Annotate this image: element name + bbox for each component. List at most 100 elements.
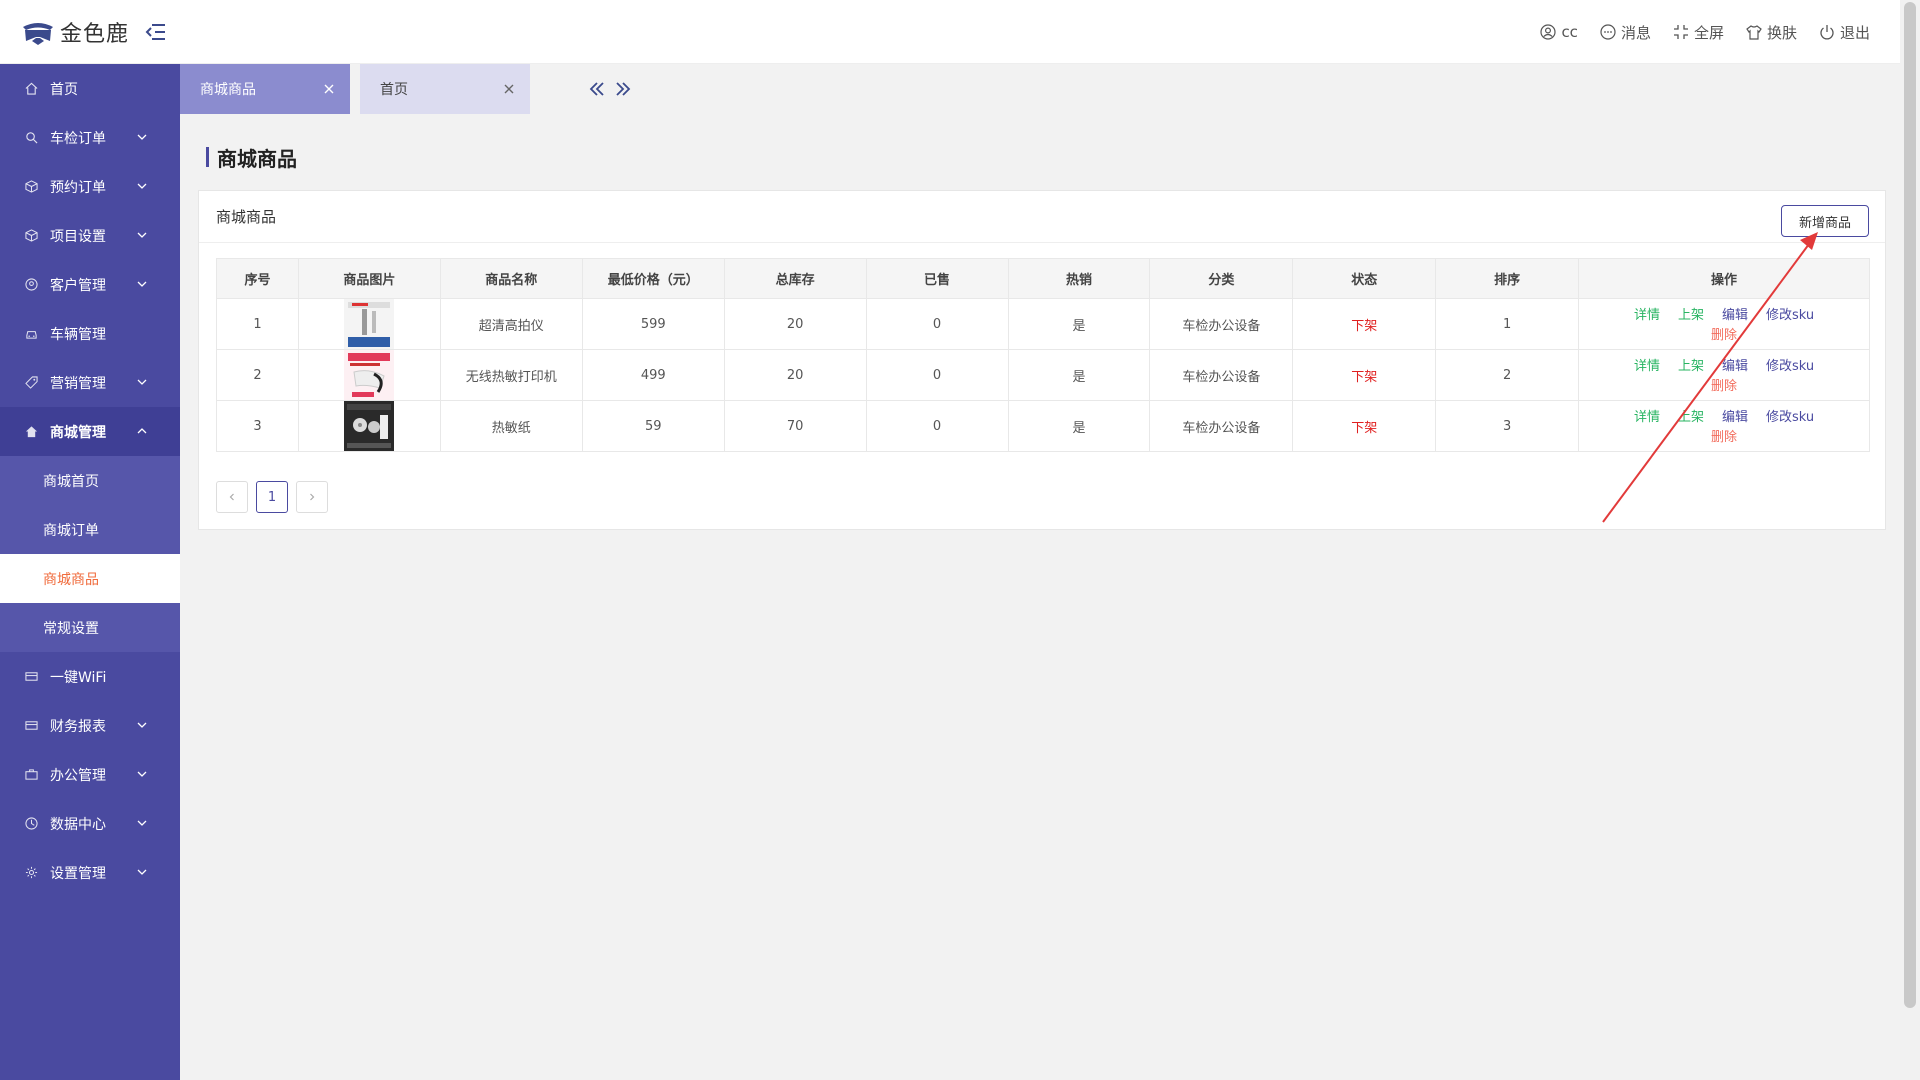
- prev-page-button[interactable]: [216, 481, 248, 513]
- sidebar-item-label: 营销管理: [50, 375, 106, 392]
- chevron-down-icon: [137, 281, 147, 287]
- column-header: 总库存: [723, 258, 867, 299]
- shirt-icon: [1746, 25, 1762, 40]
- delete-link[interactable]: 删除: [1711, 379, 1737, 394]
- cell-sort: 2: [1435, 349, 1580, 401]
- sidebar-item-office[interactable]: 办公管理: [0, 750, 180, 799]
- user-menu[interactable]: cc: [1540, 23, 1578, 41]
- list-on-link[interactable]: 上架: [1678, 359, 1704, 374]
- user-icon: [24, 278, 38, 292]
- product-image[interactable]: [344, 401, 395, 451]
- add-product-button[interactable]: 新增商品: [1781, 205, 1869, 237]
- sidebar-item-booking-orders[interactable]: 预约订单: [0, 162, 180, 211]
- edit-link[interactable]: 编辑: [1722, 410, 1748, 425]
- product-image[interactable]: [344, 299, 395, 349]
- double-chevron-right-icon[interactable]: [614, 78, 632, 100]
- cell-actions: 详情 上架 编辑 修改sku 删除: [1578, 400, 1870, 452]
- delete-link[interactable]: 删除: [1711, 430, 1737, 445]
- cube-icon: [24, 180, 38, 194]
- edit-link[interactable]: 编辑: [1722, 308, 1748, 323]
- chevron-down-icon: [137, 134, 147, 140]
- sidebar-item-label: 数据中心: [50, 816, 106, 833]
- sidebar: 首页 车检订单 预约订单 项目设置 客户管理 车辆管理 营销管理 商城管理 商城…: [0, 64, 180, 1080]
- double-chevron-left-icon[interactable]: [588, 78, 606, 100]
- cell-actions: 详情 上架 编辑 修改sku 删除: [1578, 298, 1870, 350]
- sidebar-item-data-center[interactable]: 数据中心: [0, 799, 180, 848]
- card-header: 商城商品 新增商品: [199, 191, 1885, 243]
- detail-link[interactable]: 详情: [1634, 410, 1660, 425]
- sidebar-item-marketing[interactable]: 营销管理: [0, 358, 180, 407]
- sidebar-item-label: 车检订单: [50, 130, 106, 147]
- tab-mall-products[interactable]: 商城商品: [180, 64, 350, 114]
- chevron-down-icon: [137, 379, 147, 385]
- logout-button[interactable]: 退出: [1819, 22, 1870, 43]
- cell-stock: 20: [723, 298, 867, 350]
- cell-name: 热敏纸: [439, 400, 583, 452]
- products-card: 商城商品 新增商品 序号 商品图片 商品名称 最低价格（元） 总库存 已售 热销…: [198, 190, 1886, 530]
- sidebar-item-wifi[interactable]: 一键WiFi: [0, 652, 180, 701]
- sidebar-item-vehicles[interactable]: 车辆管理: [0, 309, 180, 358]
- page-number-button[interactable]: 1: [256, 481, 288, 513]
- table-row: 1 超清高拍仪 599 20 0 是 车检办公设备 下架 1 详情 上架 编辑 …: [216, 298, 1870, 350]
- cell-image: [297, 298, 441, 350]
- sidebar-item-home[interactable]: 首页: [0, 64, 180, 113]
- sidebar-item-customers[interactable]: 客户管理: [0, 260, 180, 309]
- cell-sold: 0: [865, 349, 1009, 401]
- cell-stock: 20: [723, 349, 867, 401]
- detail-link[interactable]: 详情: [1634, 308, 1660, 323]
- sidebar-item-label: 车辆管理: [50, 326, 106, 343]
- tab-label: 商城商品: [200, 82, 256, 98]
- cell-sort: 3: [1435, 400, 1580, 452]
- sidebar-subitem-mall-products[interactable]: 商城商品: [0, 554, 180, 603]
- sidebar-item-label: 财务报表: [50, 718, 106, 735]
- sidebar-item-inspection-orders[interactable]: 车检订单: [0, 113, 180, 162]
- next-page-button[interactable]: [296, 481, 328, 513]
- pagination: 1: [216, 481, 328, 513]
- fullscreen-button[interactable]: 全屏: [1673, 22, 1724, 43]
- sidebar-subitem-mall-home[interactable]: 商城首页: [0, 456, 180, 505]
- list-on-link[interactable]: 上架: [1678, 410, 1704, 425]
- sidebar-subitem-mall-orders[interactable]: 商城订单: [0, 505, 180, 554]
- sidebar-item-finance[interactable]: 财务报表: [0, 701, 180, 750]
- skin-label: 换肤: [1766, 23, 1797, 42]
- sidebar-item-label: 办公管理: [50, 767, 106, 784]
- column-header: 分类: [1149, 258, 1294, 299]
- edit-sku-link[interactable]: 修改sku: [1766, 308, 1814, 323]
- sidebar-item-project-settings[interactable]: 项目设置: [0, 211, 180, 260]
- cell-hot: 是: [1007, 400, 1151, 452]
- scrollbar-thumb[interactable]: [1904, 2, 1916, 1008]
- edit-sku-link[interactable]: 修改sku: [1766, 359, 1814, 374]
- messages-button[interactable]: 消息: [1600, 22, 1651, 43]
- delete-link[interactable]: 删除: [1711, 328, 1737, 343]
- detail-link[interactable]: 详情: [1634, 359, 1660, 374]
- page-scrollbar[interactable]: [1900, 0, 1920, 1080]
- sidebar-item-label: 设置管理: [50, 865, 106, 882]
- cell-category: 车检办公设备: [1149, 298, 1294, 350]
- gear-icon: [24, 866, 38, 880]
- sidebar-subitem-label: 商城首页: [43, 473, 99, 490]
- menu-toggle-icon[interactable]: [143, 21, 169, 43]
- list-icon: [24, 670, 38, 684]
- close-icon[interactable]: [502, 82, 516, 96]
- column-header: 最低价格（元）: [581, 258, 725, 299]
- column-header: 热销: [1007, 258, 1151, 299]
- cell-no: 3: [216, 400, 299, 452]
- list-on-link[interactable]: 上架: [1678, 308, 1704, 323]
- sidebar-subitem-label: 商城订单: [43, 522, 99, 539]
- edit-link[interactable]: 编辑: [1722, 359, 1748, 374]
- chevron-down-icon: [137, 869, 147, 875]
- tab-home[interactable]: 首页: [360, 64, 530, 114]
- close-icon[interactable]: [322, 82, 336, 96]
- column-header: 已售: [865, 258, 1009, 299]
- sidebar-item-settings[interactable]: 设置管理: [0, 848, 180, 897]
- sidebar-item-mall[interactable]: 商城管理: [0, 407, 180, 456]
- logo[interactable]: 金色鹿: [20, 14, 169, 50]
- skin-button[interactable]: 换肤: [1746, 22, 1797, 43]
- sidebar-item-label: 一键WiFi: [50, 669, 107, 686]
- cell-price: 599: [581, 298, 725, 350]
- chevron-down-icon: [137, 183, 147, 189]
- title-accent-bar: [206, 147, 209, 167]
- edit-sku-link[interactable]: 修改sku: [1766, 410, 1814, 425]
- sidebar-subitem-general-settings[interactable]: 常规设置: [0, 603, 180, 652]
- product-image[interactable]: [344, 350, 395, 400]
